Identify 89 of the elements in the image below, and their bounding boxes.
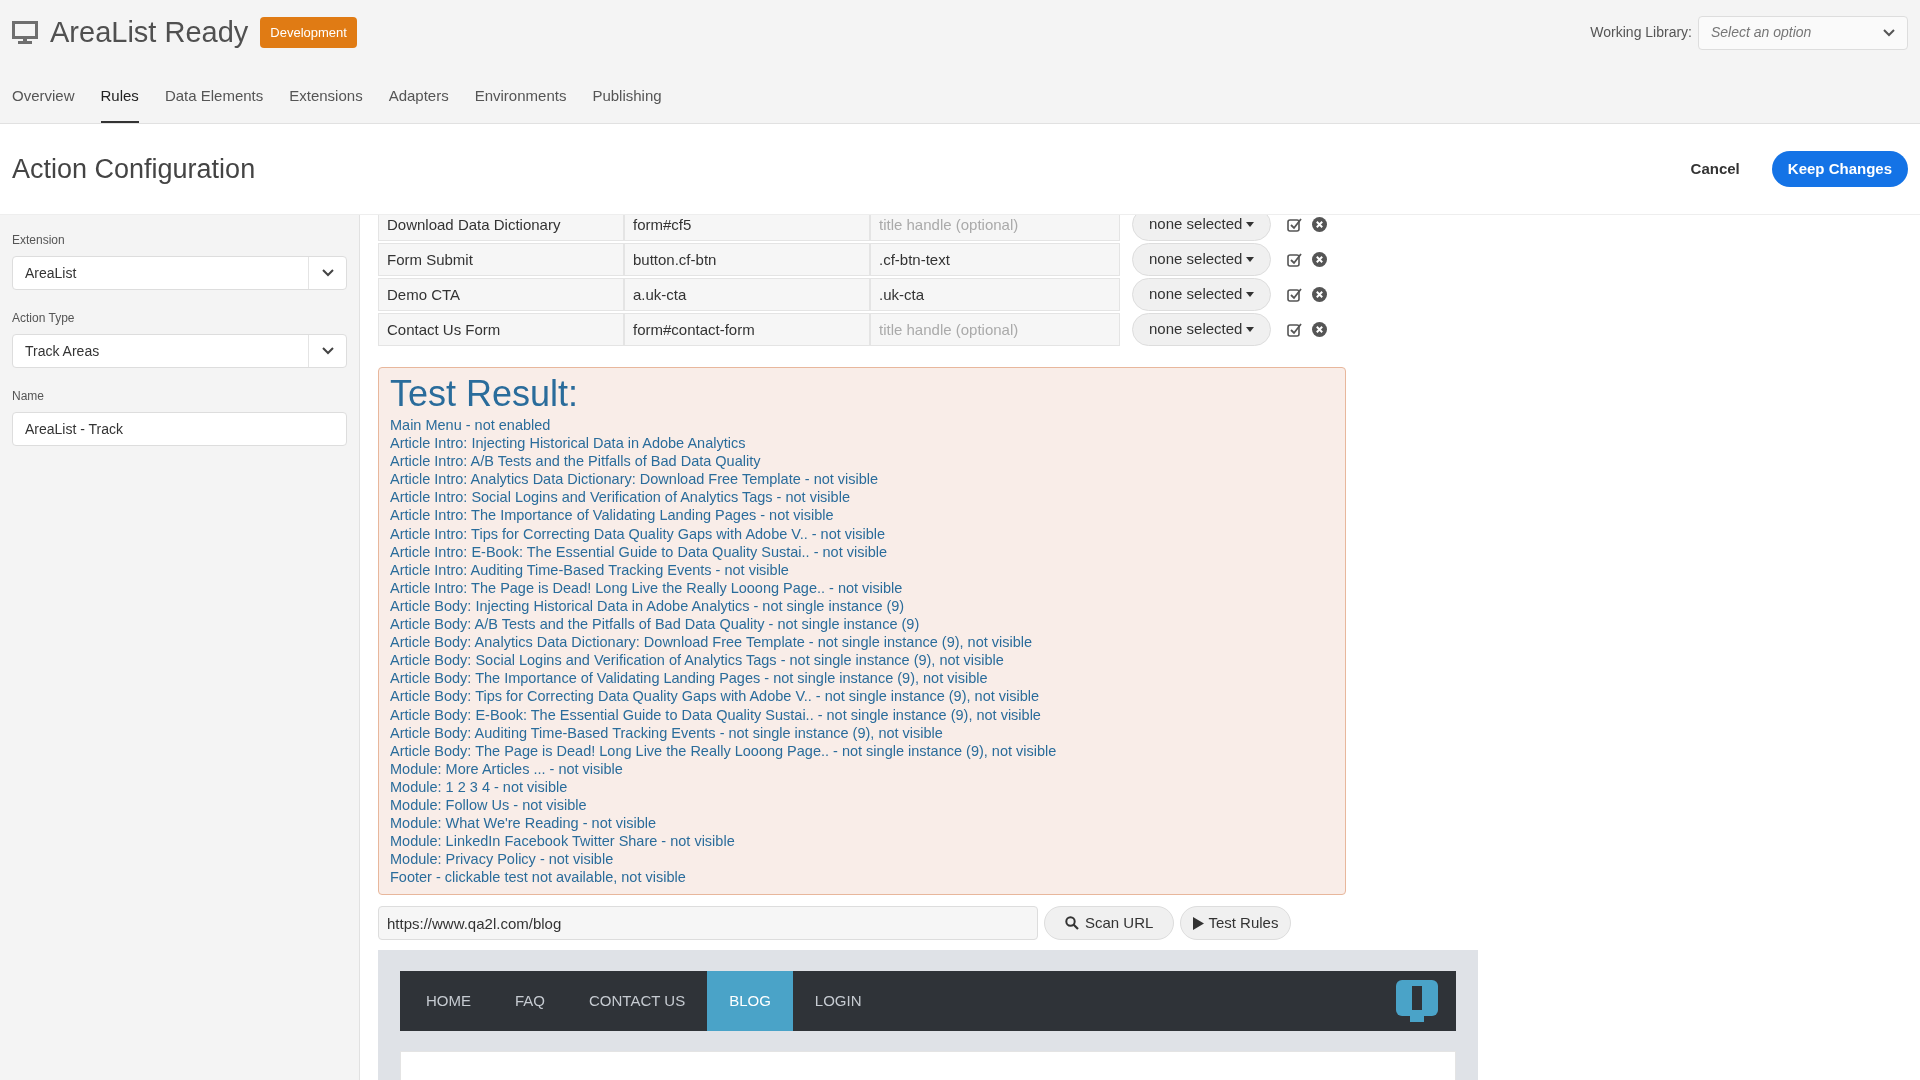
checkbox-icon[interactable] [1287, 252, 1303, 267]
chevron-down-icon [321, 269, 334, 277]
title-handle-field[interactable]: title handle (optional) [870, 313, 1120, 346]
title-handle-field[interactable]: .cf-btn-text [870, 243, 1120, 276]
result-line: Article Intro: Social Logins and Verification of Analytics Tags - not visible [390, 488, 851, 507]
remove-icon[interactable] [1312, 322, 1328, 337]
title-handle-field[interactable]: title handle (optional) [870, 215, 1120, 241]
result-line: Footer - clickable test not available, not visible [390, 868, 687, 887]
result-line: Module: LinkedIn Facebook Twitter Share - not visible [390, 832, 736, 851]
search-icon [1065, 916, 1079, 931]
test-result-title: Test Result: [390, 372, 580, 416]
result-line: Article Intro: E-Book: The Essential Guide to Data Quality Sustai.. - not visible [390, 542, 888, 561]
select-field[interactable]: Track Areas [12, 334, 347, 368]
nav-tab[interactable]: Extensions [289, 65, 363, 123]
caret-icon [1246, 257, 1255, 262]
result-line: Article Body: The Page is Dead! Long Live the Really Looong Page.. - not single instance (9), not visible [390, 741, 1058, 760]
result-line: Article Intro: Injecting Historical Data in Adobe Analytics [390, 434, 747, 453]
dropdown-button[interactable]: none selected [1132, 243, 1272, 276]
field-label: Name [12, 388, 45, 405]
play-icon [1193, 916, 1205, 930]
checkbox-icon[interactable] [1287, 322, 1303, 337]
page-title: Action Configuration [12, 152, 256, 186]
dropdown-button[interactable]: none selected [1132, 313, 1272, 346]
result-line: Module: More Articles ... - not visible [390, 759, 624, 778]
nav-tab[interactable]: Adapters [388, 65, 449, 123]
result-line: Article Intro: A/B Tests and the Pitfalls of Bad Data Quality [390, 452, 762, 471]
caret-icon [1246, 292, 1255, 297]
scan-url-button[interactable]: Scan URL [1044, 906, 1175, 941]
working-library-label: Working Library: [1590, 23, 1692, 43]
nav-tab[interactable]: Rules [100, 65, 139, 123]
rule-name-field[interactable]: Demo CTA [378, 278, 624, 311]
remove-icon[interactable] [1312, 217, 1328, 232]
selector-field[interactable]: a.uk-cta [624, 278, 870, 311]
result-line: Article Intro: Tips for Correcting Data Quality Gaps with Adobe V.. - not visible [390, 524, 887, 543]
cancel-button[interactable]: Cancel [1674, 149, 1756, 189]
result-line: Module: What We're Reading - not visible [390, 814, 658, 833]
result-line: Article Intro: The Page is Dead! Long Live the Really Looong Page.. - not visible [390, 578, 904, 597]
library-select[interactable]: Select an option [1698, 15, 1908, 50]
selector-field[interactable]: form#contact-form [624, 313, 870, 346]
nav-tab[interactable]: Overview [12, 65, 75, 123]
rule-name-field[interactable]: Form Submit [378, 243, 624, 276]
remove-icon[interactable] [1312, 252, 1328, 267]
site-nav-link[interactable]: FAQ [493, 971, 567, 1032]
rule-name-field[interactable]: Contact Us Form [378, 313, 624, 346]
result-line: Module: Follow Us - not visible [390, 795, 588, 815]
result-line: Article Body: Tips for Correcting Data Quality Gaps with Adobe V.. - not single instance (9), not visible [390, 687, 1041, 706]
result-line: Article Body: The Importance of Validating Landing Pages - not single instance (9), not visible [390, 669, 989, 688]
keep-changes-button[interactable]: Keep Changes [1771, 151, 1908, 187]
monitor-icon [12, 20, 38, 45]
environment-badge: Development [260, 17, 357, 49]
select-field[interactable]: AreaList [12, 256, 347, 290]
rule-name-field[interactable]: Download Data Dictionary [378, 215, 624, 241]
site-nav-link[interactable]: CONTACT US [567, 971, 708, 1032]
app-title: AreaList Ready [50, 15, 249, 50]
checkbox-icon[interactable] [1287, 287, 1303, 302]
result-line: Article Body: Social Logins and Verification of Analytics Tags - not single instance (9), not visible [390, 651, 1005, 670]
result-line: Module: Privacy Policy - not visible [390, 850, 615, 869]
site-nav-link[interactable]: HOME [404, 971, 493, 1032]
result-line: Module: 1 2 3 4 - not visible [390, 777, 569, 796]
checkbox-icon[interactable] [1287, 217, 1303, 232]
text-field[interactable]: AreaList - Track [12, 412, 347, 446]
url-field[interactable]: https://www.qa2l.com/blog [378, 906, 1038, 941]
nav-tab[interactable]: Data Elements [164, 65, 264, 123]
dropdown-button[interactable]: none selected [1132, 278, 1272, 311]
result-line: Article Body: Injecting Historical Data in Adobe Analytics - not single instance (9) [390, 596, 906, 616]
chevron-down-icon [321, 347, 334, 355]
nav-tab[interactable]: Publishing [592, 65, 662, 123]
result-line: Article Body: A/B Tests and the Pitfalls of Bad Data Quality - not single instance (9) [390, 615, 921, 634]
result-line: Article Body: E-Book: The Essential Guide to Data Quality Sustai.. - not single instance (9), not visible [390, 705, 1042, 724]
nav-tab[interactable]: Environments [474, 65, 567, 123]
site-nav-link[interactable]: LOGIN [792, 971, 884, 1032]
site-logo-icon [1396, 980, 1438, 1023]
remove-icon[interactable] [1312, 287, 1328, 302]
result-line: Article Body: Auditing Time-Based Tracking Events - not single instance (9), not visible [390, 723, 944, 742]
result-line: Article Intro: Auditing Time-Based Tracking Events - not visible [390, 560, 790, 579]
result-line: Article Intro: The Importance of Validating Landing Pages - not visible [390, 506, 835, 525]
title-handle-field[interactable]: .uk-cta [870, 278, 1120, 311]
result-line: Article Body: Analytics Data Dictionary: Download Free Template - not single instance (9), not visible [390, 633, 1034, 652]
dropdown-button[interactable]: none selected [1132, 215, 1272, 241]
chevron-down-icon [1883, 28, 1895, 37]
result-line: Main Menu - not enabled [390, 416, 552, 435]
caret-icon [1246, 327, 1255, 332]
selector-field[interactable]: form#cf5 [624, 215, 870, 241]
test-rules-button[interactable]: Test Rules [1180, 906, 1292, 941]
result-line: Article Intro: Analytics Data Dictionary: Download Free Template - not visible [390, 470, 880, 489]
field-label: Action Type [12, 310, 76, 327]
caret-icon [1246, 222, 1255, 227]
selector-field[interactable]: button.cf-btn [624, 243, 870, 276]
field-label: Extension [12, 232, 66, 249]
